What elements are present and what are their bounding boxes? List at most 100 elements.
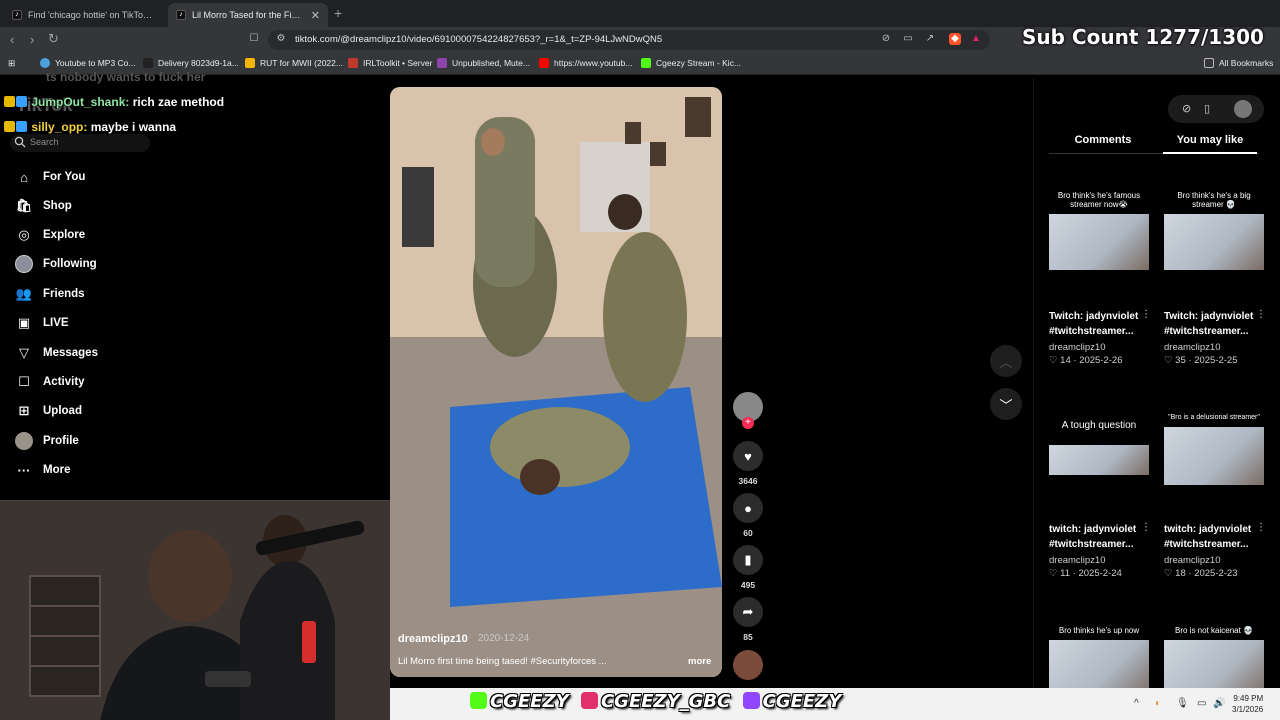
bookmark-icon: ▮ xyxy=(744,552,752,567)
sidebar-item-explore[interactable]: ◎ Explore xyxy=(14,226,85,244)
card-title: Twitch: jadynviolet xyxy=(1049,311,1139,322)
card-meta: ♡ 18 · 2025-2-23 xyxy=(1164,568,1238,579)
chat-message: JumpOut_shank: rich zae method xyxy=(4,95,224,109)
chevron-up-icon[interactable]: ^ xyxy=(1134,698,1139,709)
brave-shield-icon[interactable]: ◆ xyxy=(949,33,961,45)
previous-video-button[interactable]: ︿ xyxy=(990,345,1022,377)
tab-you-may-like[interactable]: You may like xyxy=(1163,134,1257,146)
thumb-caption: Bro is not kaicenat 💀 xyxy=(1175,626,1253,635)
reload-icon[interactable]: ↻ xyxy=(48,31,59,47)
suggested-video-card[interactable]: A tough question twitch: jadynviolet ⋮ #… xyxy=(1049,421,1151,581)
card-meta: ♡ 35 · 2025-2-25 xyxy=(1164,355,1238,366)
sidebar-item-profile[interactable]: Profile xyxy=(14,432,79,450)
card-user: dreamclipz10 xyxy=(1164,342,1221,353)
site-info-icon[interactable]: ⚙ xyxy=(275,33,287,45)
volume-icon[interactable]: 🔊 xyxy=(1213,698,1225,709)
user-avatar[interactable] xyxy=(1234,100,1252,118)
more-options-icon[interactable]: ⋮ xyxy=(1256,309,1266,320)
bookmark-item[interactable]: RUT for MWII (2022... xyxy=(245,58,343,68)
comment-button[interactable]: ● xyxy=(733,493,763,523)
suggested-video-card[interactable]: Bro is not kaicenat 💀 xyxy=(1164,626,1264,688)
bookmark-item[interactable]: Unpublished, Mute... xyxy=(437,58,530,68)
browser-tab-active[interactable]: ♪ Lil Morro Tased for the First Time ✕ xyxy=(168,3,328,27)
tiktok-favicon-icon: ♪ xyxy=(12,10,22,20)
sidebar-item-activity[interactable]: ☐ Activity xyxy=(14,373,84,391)
share-arrow-icon: ➦ xyxy=(742,604,754,619)
drive-icon xyxy=(245,58,255,68)
sidebar-item-shop[interactable]: 🛍 Shop xyxy=(14,197,72,215)
eye-off-icon[interactable]: ⊘ xyxy=(880,33,892,45)
video-player[interactable] xyxy=(390,87,722,677)
forward-icon[interactable]: › xyxy=(30,32,34,47)
crown-badge-icon xyxy=(4,96,15,107)
sub-count-overlay: Sub Count 1277/1300 xyxy=(1022,25,1264,49)
sidebar-item-following[interactable]: Following xyxy=(14,255,97,273)
back-icon[interactable]: ‹ xyxy=(10,32,14,47)
chat-text: maybe i wanna xyxy=(90,120,177,134)
sidebar-item-for-you[interactable]: ⌂ For You xyxy=(14,168,85,186)
sidebar-item-more[interactable]: ··· More xyxy=(14,461,71,479)
caption-more-button[interactable]: more xyxy=(688,656,711,667)
sidebar-item-live[interactable]: ▣ LIVE xyxy=(14,314,69,332)
more-options-icon[interactable]: ⋮ xyxy=(1141,522,1151,533)
all-bookmarks[interactable]: All Bookmarks xyxy=(1204,58,1273,68)
sidebar-item-friends[interactable]: 👥 Friends xyxy=(14,285,85,303)
compass-icon: ◎ xyxy=(18,227,30,242)
url-text[interactable]: tiktok.com/@dreamclipz10/video/691000075… xyxy=(295,34,662,45)
more-options-icon[interactable]: ⋮ xyxy=(1256,522,1266,533)
more-options-icon[interactable]: ⋮ xyxy=(1141,309,1151,320)
video-username[interactable]: dreamclipz10 xyxy=(398,633,468,645)
cast-icon[interactable]: ▭ xyxy=(902,33,914,45)
heart-icon: ♥ xyxy=(744,448,752,464)
thumb-caption: Bro thinks he's up now xyxy=(1058,626,1140,635)
thumb-caption: Bro think's he's a big streamer 💀 xyxy=(1177,191,1251,209)
apps-grid-icon[interactable]: ⊞ xyxy=(8,58,15,69)
brave-rewards-icon[interactable]: ▲ xyxy=(970,33,982,45)
webcam-scene xyxy=(0,501,390,720)
folder-icon xyxy=(1204,58,1214,68)
heart-outline-icon: ♡ xyxy=(1164,568,1176,579)
next-video-button[interactable]: ﹀ xyxy=(990,388,1022,420)
kick-icon xyxy=(641,58,651,68)
system-clock[interactable]: 9:49 PM 3/1/2026 xyxy=(1232,693,1263,715)
bookmark-item[interactable]: Cgeezy Stream - Kic... xyxy=(641,58,741,68)
like-button[interactable]: ♥ xyxy=(733,441,763,471)
video-thumbnail xyxy=(1164,214,1264,270)
card-subtitle: #twitchstreamer... xyxy=(1049,326,1134,337)
bookmark-item[interactable]: https://www.youtub... xyxy=(539,58,632,68)
save-button[interactable]: ▮ xyxy=(733,545,763,575)
youtube-icon xyxy=(539,58,549,68)
follow-plus-icon[interactable]: + xyxy=(742,417,754,429)
social-handles-overlay: CGEEZY CGEEZY_GBC CGEEZY xyxy=(470,691,841,712)
live-icon: ▣ xyxy=(17,315,31,330)
microphone-icon[interactable]: 🎙 xyxy=(1176,698,1189,709)
sidebar-item-messages[interactable]: ▽ Messages xyxy=(14,344,98,362)
suggested-video-card[interactable]: "Bro is a delusional streamer" twitch: j… xyxy=(1164,413,1266,581)
close-tab-icon[interactable]: ✕ xyxy=(311,9,320,22)
bookmark-item[interactable]: IRLToolkit • Server xyxy=(348,58,432,68)
tab-comments[interactable]: Comments xyxy=(1050,134,1156,146)
chat-text: rich zae method xyxy=(132,95,225,109)
sidebar-item-upload[interactable]: ⊞ Upload xyxy=(14,402,82,420)
phone-icon[interactable]: ▯ xyxy=(1204,102,1210,115)
kick-icon xyxy=(470,692,487,709)
network-icon[interactable]: ▭ xyxy=(1197,698,1206,709)
video-thumbnail xyxy=(1049,214,1149,270)
bookmark-star-icon[interactable]: ☐ xyxy=(248,33,260,45)
bookmark-item[interactable]: Youtube to MP3 Co... xyxy=(40,58,136,68)
heart-outline-icon: ♡ xyxy=(1049,568,1061,579)
browser-tab[interactable]: ♪ Find 'chicago hottie' on TikTok | TikT… xyxy=(4,3,164,27)
update-icon[interactable]: ◐ xyxy=(1155,698,1161,709)
heart-outline-icon: ♡ xyxy=(1164,355,1176,366)
share-icon[interactable]: ↗ xyxy=(924,33,936,45)
suggested-video-card[interactable]: Bro thinks he's up now xyxy=(1049,626,1149,688)
sound-disc-icon[interactable] xyxy=(733,650,763,680)
suggested-video-card[interactable]: Bro think's he's a big streamer 💀 Twitch… xyxy=(1164,191,1266,371)
bookmark-item[interactable]: Delivery 8023d9-1a... xyxy=(143,58,239,68)
card-title: Twitch: jadynviolet xyxy=(1164,311,1254,322)
suggested-video-card[interactable]: Bro think's he's famous streamer now😭 Tw… xyxy=(1049,191,1151,371)
new-tab-icon[interactable]: + xyxy=(334,5,342,21)
share-button[interactable]: ➦ xyxy=(733,597,763,627)
card-user: dreamclipz10 xyxy=(1049,555,1106,566)
compass-icon[interactable]: ⊘ xyxy=(1182,102,1191,115)
